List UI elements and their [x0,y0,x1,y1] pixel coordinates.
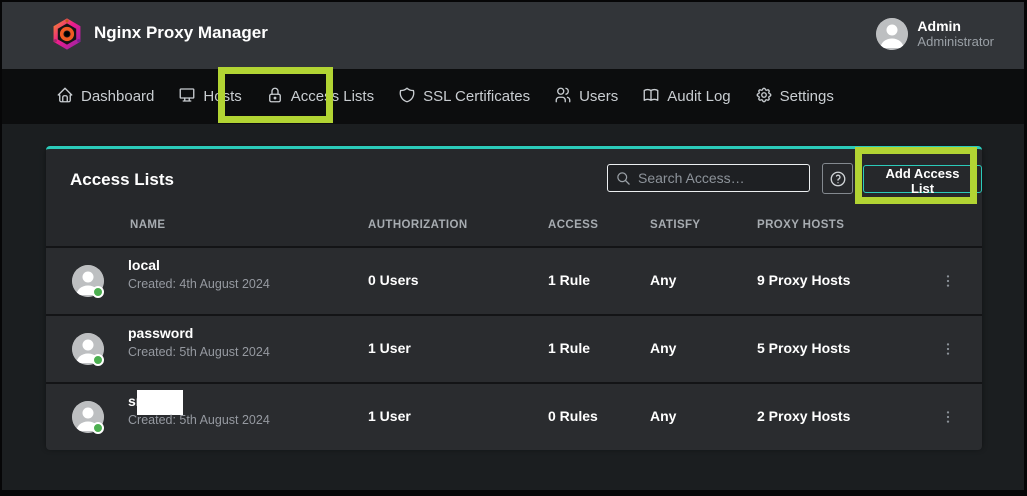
nav-item-users[interactable]: Users [542,78,630,116]
status-dot [92,354,104,366]
column-header-access: ACCESS [548,219,598,231]
authorization-value: 1 User [368,340,411,356]
search-box [607,164,810,192]
nav-item-hosts[interactable]: Hosts [166,78,253,116]
column-header-satisfy: SATISFY [650,219,701,231]
search-icon [616,171,631,186]
nav-label: Users [579,88,618,105]
row-menu-kebab-icon[interactable] [936,269,960,293]
satisfy-value: Any [650,340,676,356]
access-list-name: local [128,257,160,273]
user-avatar [876,18,908,50]
circled-question-icon [829,170,847,188]
nav-item-dashboard[interactable]: Dashboard [44,78,166,116]
nav-item-access-lists[interactable]: Access Lists [254,78,386,116]
nav-label: Settings [780,88,834,105]
screen: Nginx Proxy Manager Admin Administrator … [0,0,1027,496]
help-button[interactable] [822,163,853,194]
users-icon [554,86,572,108]
access-value: 0 Rules [548,408,598,424]
page-title: Access Lists [70,170,174,190]
row-menu-kebab-icon[interactable] [936,337,960,361]
column-header-name: NAME [130,219,165,231]
nav-label: Audit Log [667,88,730,105]
nav-label: Dashboard [81,88,154,105]
column-header-proxy-hosts: PROXY HOSTS [757,219,844,231]
proxy-hosts-value: 2 Proxy Hosts [757,408,850,424]
satisfy-value: Any [650,272,676,288]
home-icon [56,86,74,108]
created-date: Created: 4th August 2024 [128,277,270,291]
redaction-box [137,390,183,415]
user-name: Admin [917,18,994,34]
access-lists-panel: Access Lists Add Access List NAME AUTHOR… [46,146,982,447]
main-nav: Dashboard Hosts Access Lists SSL Certifi… [0,69,1027,124]
shield-icon [398,86,416,108]
table-row[interactable]: password Created: 5th August 2024 1 User… [46,316,982,382]
access-value: 1 Rule [548,272,590,288]
column-header-authorization: AUTHORIZATION [368,219,468,231]
nav-item-audit-log[interactable]: Audit Log [630,78,742,116]
satisfy-value: Any [650,408,676,424]
created-date: Created: 5th August 2024 [128,413,270,427]
app-title: Nginx Proxy Manager [94,23,268,43]
authorization-value: 0 Users [368,272,419,288]
search-input[interactable] [638,170,801,186]
access-list-name: password [128,325,193,341]
nav-label: SSL Certificates [423,88,530,105]
app-logo-icon [50,17,84,51]
table-header: NAME AUTHORIZATION ACCESS SATISFY PROXY … [46,205,982,246]
nav-item-settings[interactable]: Settings [743,78,846,116]
nav-item-ssl-certificates[interactable]: SSL Certificates [386,78,542,116]
status-dot [92,422,104,434]
gear-icon [755,86,773,108]
screen-border [0,490,1027,496]
lock-icon [266,86,284,108]
user-role: Administrator [917,34,994,50]
proxy-hosts-value: 9 Proxy Hosts [757,272,850,288]
nav-label: Access Lists [291,88,374,105]
monitor-icon [178,86,196,108]
nav-label: Hosts [203,88,241,105]
created-date: Created: 5th August 2024 [128,345,270,359]
user-menu[interactable]: Admin Administrator [876,18,994,50]
app-header: Nginx Proxy Manager Admin Administrator [0,0,1027,69]
row-menu-kebab-icon[interactable] [936,405,960,429]
proxy-hosts-value: 5 Proxy Hosts [757,340,850,356]
status-dot [92,286,104,298]
table-row[interactable]: sn Created: 5th August 2024 1 User 0 Rul… [46,384,982,450]
table-row[interactable]: local Created: 4th August 2024 0 Users 1… [46,248,982,314]
authorization-value: 1 User [368,408,411,424]
add-access-list-button[interactable]: Add Access List [863,165,982,193]
book-icon [642,86,660,108]
access-value: 1 Rule [548,340,590,356]
